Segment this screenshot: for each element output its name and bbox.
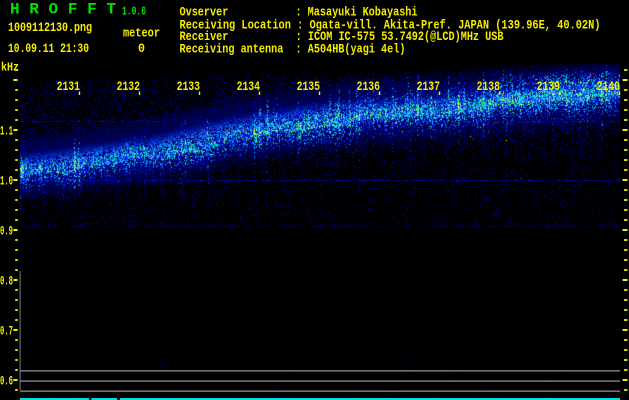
svg-text:0.7: 0.7: [0, 323, 13, 338]
svg-text:0.9: 0.9: [0, 223, 13, 238]
svg-text:1.0.0: 1.0.0: [122, 4, 146, 18]
svg-text:0: 0: [138, 41, 145, 56]
svg-text:meteor: meteor: [123, 26, 160, 41]
svg-text:0.8: 0.8: [0, 273, 13, 288]
svg-text:2138: 2138: [477, 79, 501, 94]
svg-text:H R O F F T: H R O F F T: [10, 1, 116, 19]
svg-text:2137: 2137: [417, 79, 440, 94]
svg-text:2139: 2139: [537, 79, 561, 94]
svg-text:10.09.11 21:30: 10.09.11 21:30: [8, 41, 89, 56]
svg-text:Receiving antenna : A504HB(ya: Receiving antenna : A504HB(yagi 4el): [180, 41, 406, 56]
svg-text:1009112130.png: 1009112130.png: [8, 20, 92, 35]
svg-text:2132: 2132: [117, 79, 141, 94]
svg-text:2131: 2131: [57, 79, 81, 94]
svg-text:1.0: 1.0: [0, 173, 13, 188]
svg-text:0.6: 0.6: [0, 373, 13, 388]
svg-text:2134: 2134: [237, 79, 261, 94]
svg-text:1.1: 1.1: [0, 123, 13, 138]
svg-text:2140: 2140: [597, 79, 621, 94]
svg-text:2133: 2133: [177, 79, 201, 94]
svg-text:2136: 2136: [357, 79, 381, 94]
svg-text:2135: 2135: [297, 79, 321, 94]
svg-text:kHz: kHz: [1, 61, 19, 75]
